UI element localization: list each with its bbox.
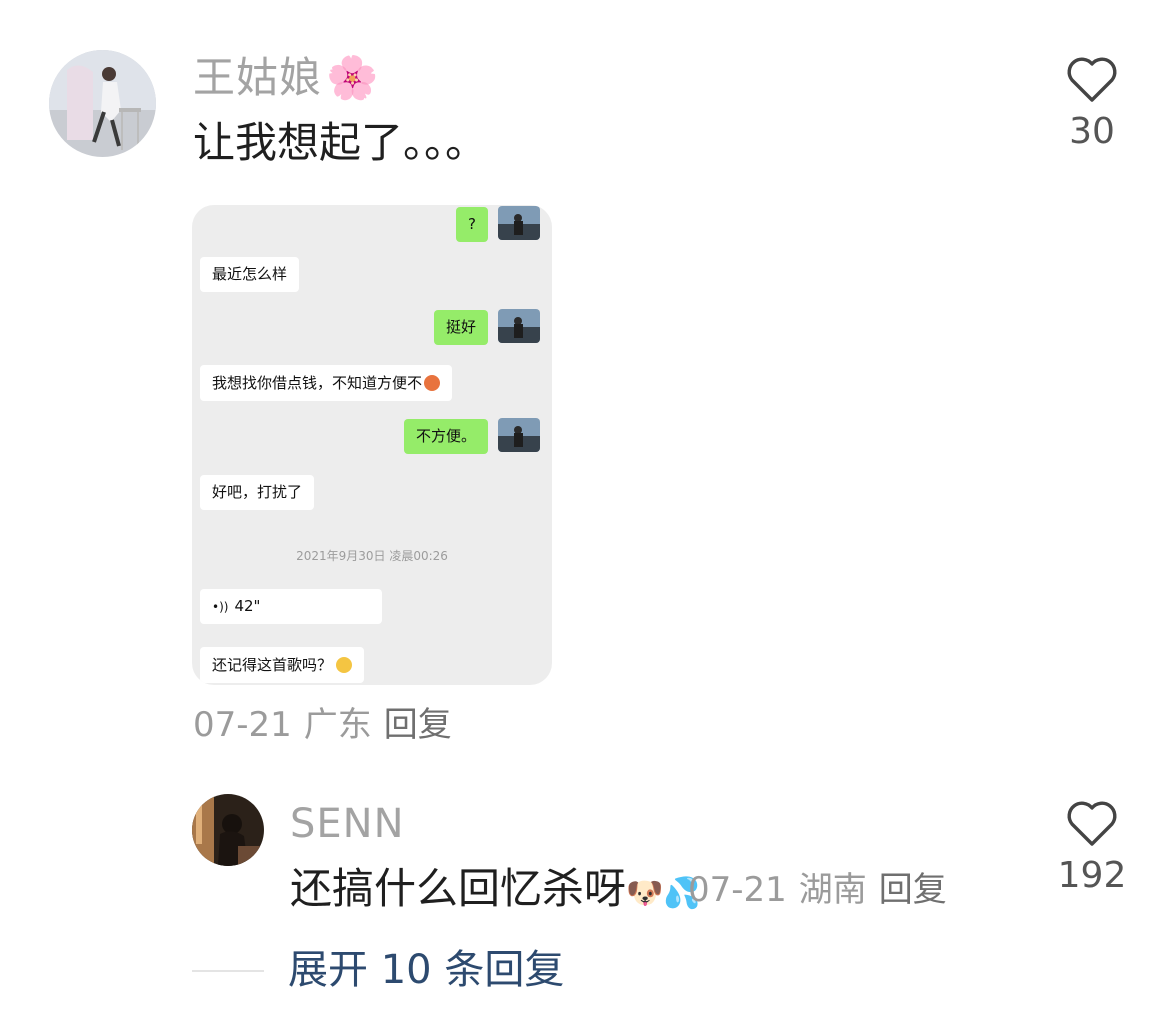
avatar[interactable]	[192, 794, 264, 866]
reply-button[interactable]: 回复	[879, 870, 947, 910]
chat-bubble: 好吧，打扰了	[200, 475, 315, 510]
expand-replies-link[interactable]: 展开 10 条回复	[288, 950, 564, 990]
voice-message: •)) 42"	[200, 589, 382, 624]
heart-icon	[1067, 801, 1117, 846]
comment-text: 还搞什么回忆杀呀🐶💦	[290, 864, 701, 913]
like-button[interactable]: 192	[1054, 800, 1130, 894]
comment-meta: 07-21 广东 回复	[193, 705, 452, 745]
like-count: 192	[1057, 855, 1127, 896]
comment-text: 让我想起了。。。	[193, 118, 488, 167]
chat-avatar	[498, 418, 540, 452]
chat-bubble: 我想找你借点钱，不知道方便不	[200, 365, 453, 401]
reply-button[interactable]: 回复	[384, 705, 452, 745]
face-emoji-icon	[424, 375, 441, 391]
cherry-blossom-emoji: 🌸	[326, 53, 380, 102]
voice-wave-icon: •))	[212, 600, 229, 614]
chat-avatar	[498, 206, 540, 240]
like-count: 30	[1069, 111, 1115, 152]
chat-timestamp: 2021年9月30日 凌晨00:26	[296, 549, 448, 563]
chat-bubble: ?	[456, 207, 488, 242]
username[interactable]: 王姑娘🌸	[193, 57, 379, 99]
chat-bubble: 最近怎么样	[200, 257, 300, 292]
divider-line	[192, 970, 264, 972]
heart-icon	[1067, 57, 1117, 102]
like-button[interactable]: 30	[1054, 56, 1130, 150]
chat-screenshot-image[interactable]: ? 最近怎么样 挺好 我想找你借点钱，不知道方便不 不方便。 好吧，打扰了 20…	[192, 205, 552, 685]
chat-bubble: 还记得这首歌吗？	[200, 647, 365, 683]
laughing-emoji-icon	[336, 657, 353, 673]
comment-thread: 王姑娘🌸 让我想起了。。。 30 ? 最近怎么样 挺好 我想找你借点钱，不知道方…	[0, 0, 1170, 1036]
chat-bubble: 挺好	[433, 310, 488, 345]
avatar[interactable]	[49, 50, 156, 157]
username[interactable]: SENN	[290, 804, 405, 844]
comment-meta: 07-21 湖南 回复	[688, 870, 947, 910]
chat-avatar	[498, 309, 540, 343]
chat-bubble: 不方便。	[403, 419, 488, 454]
